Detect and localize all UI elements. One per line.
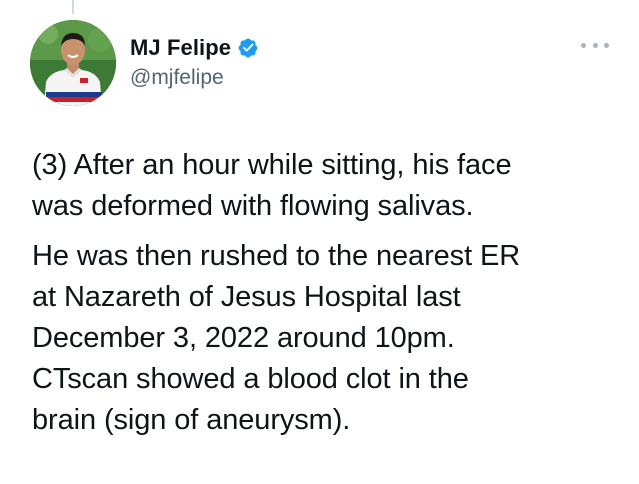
more-dot — [581, 42, 586, 48]
avatar-photo — [30, 20, 116, 106]
tweet-line: at Nazareth of Jesus Hospital last — [32, 281, 461, 313]
tweet-line: was deformed with flowing salivas. — [32, 190, 474, 222]
more-dot — [604, 42, 609, 48]
author-display-name[interactable]: MJ Felipe — [130, 35, 231, 61]
author-avatar[interactable] — [30, 20, 116, 106]
thread-connector-line — [72, 0, 74, 14]
tweet-line: He was then rushed to the nearest ER — [32, 240, 521, 272]
tweet-text: (3) After an hour while sitting, his fac… — [32, 145, 622, 441]
tweet-paragraph: He was then rushed to the nearest ER at … — [32, 236, 622, 441]
tweet-line: December 3, 2022 around 10pm. — [32, 322, 455, 354]
tweet-line: brain (sign of aneurysm). — [32, 404, 351, 436]
author-handle[interactable]: @mjfelipe — [130, 66, 224, 90]
tweet-line: (3) After an hour while sitting, his fac… — [32, 149, 512, 181]
author-name-row: MJ Felipe — [130, 34, 259, 62]
tweet-paragraph: (3) After an hour while sitting, his fac… — [32, 145, 622, 227]
verified-badge-icon — [237, 37, 259, 59]
tweet-line: CTscan showed a blood clot in the — [32, 363, 469, 395]
more-dot — [592, 42, 598, 48]
more-horizontal-icon[interactable] — [581, 38, 609, 52]
